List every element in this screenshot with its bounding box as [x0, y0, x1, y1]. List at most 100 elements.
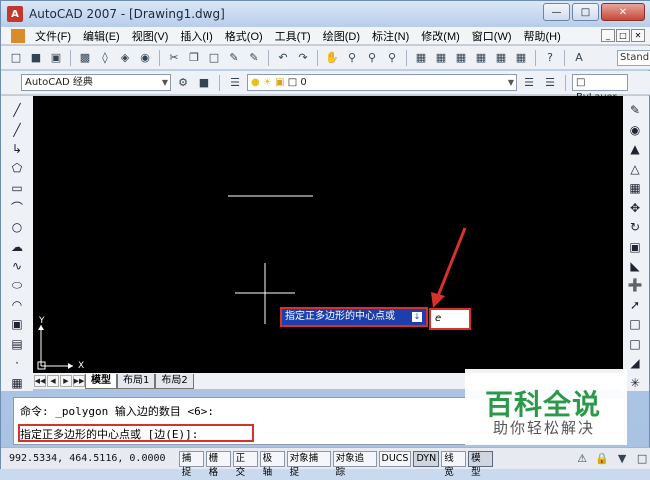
doc-restore-button[interactable]: □: [616, 29, 630, 42]
make-block-icon[interactable]: ▤: [9, 336, 25, 352]
status-menu-icon[interactable]: ▼: [613, 450, 631, 468]
scale-icon[interactable]: ▣: [627, 238, 643, 254]
workspace-settings-icon[interactable]: ⚙: [174, 74, 192, 92]
drawing-doc-icon[interactable]: [11, 28, 25, 43]
redo-icon[interactable]: ↷: [294, 49, 312, 67]
workspace-save-icon[interactable]: ■: [195, 74, 213, 92]
first-tab-icon[interactable]: ◀◀: [34, 375, 46, 387]
coordinates-readout[interactable]: 992.5334, 464.5116, 0.0000: [9, 453, 177, 464]
menu-modify[interactable]: 修改(M): [415, 28, 466, 44]
toolbar-lock-icon[interactable]: 🔒: [593, 450, 611, 468]
tool-palettes-icon[interactable]: ▦: [452, 49, 470, 67]
polyline-icon[interactable]: ↳: [9, 141, 25, 157]
extend-icon[interactable]: ➚: [627, 297, 643, 313]
menu-file[interactable]: 文件(F): [29, 28, 77, 44]
print-icon[interactable]: ▩: [76, 49, 94, 67]
layer-select[interactable]: ● ☀ ▣ □ 0 ▼: [247, 74, 517, 91]
open-icon[interactable]: ■: [27, 49, 45, 67]
ortho-toggle[interactable]: 正交: [232, 450, 258, 478]
menu-insert[interactable]: 插入(I): [174, 28, 218, 44]
color-select[interactable]: □ ByLayer: [572, 74, 628, 103]
markup-icon[interactable]: ▦: [492, 49, 510, 67]
dyn-toggle[interactable]: DYN: [413, 450, 440, 467]
revision-cloud-icon[interactable]: ☁: [9, 239, 25, 255]
pan-icon[interactable]: ✋: [323, 49, 341, 67]
model-toggle[interactable]: 模型: [468, 450, 494, 478]
ellipse-icon[interactable]: ⬭: [9, 277, 25, 293]
trim-icon[interactable]: ➕: [627, 277, 643, 293]
communication-center-icon[interactable]: ⚠: [573, 450, 591, 468]
polar-toggle[interactable]: 极轴: [259, 450, 285, 478]
spline-icon[interactable]: ∿: [9, 258, 25, 274]
explode-icon[interactable]: ✳: [627, 375, 643, 391]
make-layer-current-icon[interactable]: ☰: [520, 74, 538, 92]
minimize-button[interactable]: —: [543, 3, 570, 21]
hatch-icon[interactable]: ▦: [9, 374, 25, 390]
point-icon[interactable]: ⋅: [9, 355, 25, 371]
menu-window[interactable]: 窗口(W): [466, 28, 518, 44]
doc-close-button[interactable]: ✕: [631, 29, 645, 42]
drawing-canvas[interactable]: Y X: [33, 96, 623, 373]
rotate-icon[interactable]: ↻: [627, 219, 643, 235]
match-properties-icon[interactable]: ✎: [225, 49, 243, 67]
stretch-icon[interactable]: ◣: [627, 258, 643, 274]
move-icon[interactable]: ✥: [627, 199, 643, 215]
last-tab-icon[interactable]: ▶▶: [73, 375, 85, 387]
join-icon[interactable]: □: [627, 336, 643, 352]
layer-previous-icon[interactable]: ☰: [541, 74, 559, 92]
new-icon[interactable]: □: [7, 49, 25, 67]
close-button[interactable]: ✕: [601, 3, 645, 21]
block-editor-icon[interactable]: ✎: [245, 49, 263, 67]
tab-model[interactable]: 模型: [85, 373, 117, 389]
paste-icon[interactable]: □: [205, 49, 223, 67]
doc-minimize-button[interactable]: _: [601, 29, 615, 42]
insert-block-icon[interactable]: ▣: [9, 316, 25, 332]
polygon-icon[interactable]: ⬠: [9, 160, 25, 176]
arc-icon[interactable]: ⌒: [9, 199, 25, 216]
menu-view[interactable]: 视图(V): [126, 28, 175, 44]
mirror-icon[interactable]: ▲: [627, 141, 643, 157]
ducs-toggle[interactable]: DUCS: [378, 450, 412, 467]
text-style-icon[interactable]: A: [570, 49, 588, 67]
rectangle-icon[interactable]: ▭: [9, 180, 25, 196]
sheet-set-icon[interactable]: ▦: [472, 49, 490, 67]
maximize-button[interactable]: □: [572, 3, 599, 21]
osnap-toggle[interactable]: 对象捕捉: [286, 450, 331, 478]
chamfer-icon[interactable]: ◢: [627, 355, 643, 371]
next-tab-icon[interactable]: ▶: [60, 375, 72, 387]
zoom-previous-icon[interactable]: ⚲: [383, 49, 401, 67]
menu-draw[interactable]: 绘图(D): [317, 28, 366, 44]
break-icon[interactable]: □: [627, 316, 643, 332]
copy-icon[interactable]: ❐: [185, 49, 203, 67]
ellipse-arc-icon[interactable]: ◠: [9, 297, 25, 313]
prev-tab-icon[interactable]: ◀: [47, 375, 59, 387]
zoom-window-icon[interactable]: ⚲: [363, 49, 381, 67]
autocad-app-icon[interactable]: A: [7, 6, 23, 22]
menu-dimension[interactable]: 标注(N): [366, 28, 415, 44]
layer-manager-icon[interactable]: ☰: [226, 74, 244, 92]
dynamic-options-icon[interactable]: ↓: [412, 312, 422, 322]
clean-screen-icon[interactable]: □: [633, 450, 650, 468]
tab-layout2[interactable]: 布局2: [155, 373, 194, 389]
dynamic-input-field[interactable]: e: [429, 308, 471, 330]
construction-line-icon[interactable]: ╱: [9, 121, 25, 137]
menu-tools[interactable]: 工具(T): [269, 28, 317, 44]
calculator-icon[interactable]: ▦: [512, 49, 530, 67]
zoom-realtime-icon[interactable]: ⚲: [343, 49, 361, 67]
save-icon[interactable]: ▣: [47, 49, 65, 67]
copy-object-icon[interactable]: ◉: [627, 121, 643, 137]
menu-edit[interactable]: 编辑(E): [77, 28, 126, 44]
array-icon[interactable]: ▦: [627, 180, 643, 196]
erase-icon[interactable]: ✎: [627, 102, 643, 118]
workspace-select[interactable]: AutoCAD 经典 ▼: [21, 74, 171, 91]
tab-layout1[interactable]: 布局1: [117, 373, 156, 389]
help-icon[interactable]: ?: [541, 49, 559, 67]
offset-icon[interactable]: △: [627, 160, 643, 176]
menu-help[interactable]: 帮助(H): [518, 28, 567, 44]
grid-toggle[interactable]: 栅格: [205, 450, 231, 478]
menu-format[interactable]: 格式(O): [219, 28, 269, 44]
3d-dwf-icon[interactable]: ◉: [136, 49, 154, 67]
circle-icon[interactable]: ○: [9, 219, 25, 235]
undo-icon[interactable]: ↶: [274, 49, 292, 67]
publish-icon[interactable]: ◈: [116, 49, 134, 67]
